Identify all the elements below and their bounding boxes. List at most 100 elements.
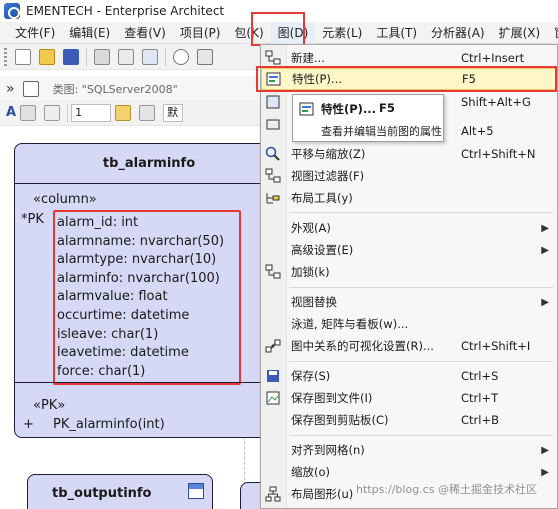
toolbar-separator <box>165 47 166 66</box>
toolbar-separator <box>86 47 87 66</box>
new-diagram-icon <box>265 50 281 66</box>
operation-divider <box>15 382 283 383</box>
column-row[interactable]: alarminfo: nvarchar(100) <box>57 270 239 289</box>
line-width-spinner[interactable]: 1 <box>71 103 112 122</box>
menu-item-align-grid[interactable]: 对齐到网格(n) ▶ <box>261 439 557 461</box>
menu-separator <box>289 361 553 362</box>
table-tb-outputinfo[interactable]: tb_outputinfo <box>27 474 213 509</box>
tooltip-title: 特性(P)... <box>321 102 377 116</box>
column-row[interactable]: alarmname: nvarchar(50) <box>57 233 239 252</box>
view-filter-icon <box>265 168 281 184</box>
menu-item-shortcut: Ctrl+Insert <box>461 51 525 65</box>
find-icon[interactable] <box>173 48 189 65</box>
font-color-icon[interactable]: A <box>6 105 16 120</box>
menu-item-label: 泳道, 矩阵与看板(w)... <box>291 317 409 331</box>
pk-stereotype: «PK» <box>33 398 66 413</box>
menu-separator <box>289 287 553 288</box>
menu-analyzer[interactable]: 分析器(A) <box>424 22 492 44</box>
menu-item-lock[interactable]: 加锁(k) <box>261 261 557 283</box>
copy-icon[interactable] <box>118 48 134 65</box>
menu-item-shortcut: Alt+5 <box>461 124 494 138</box>
menu-item-label: 图中关系的可视化设置(R)... <box>291 339 434 353</box>
layout-diagram-icon <box>265 486 281 502</box>
menu-item-label: 保存图到文件(I) <box>291 391 373 405</box>
print-icon[interactable] <box>197 48 213 65</box>
menu-view[interactable]: 查看(V) <box>117 22 173 44</box>
column-row[interactable]: occurtime: datetime <box>57 307 239 326</box>
menu-item-advanced[interactable]: 高级设置(E) ▶ <box>261 239 557 261</box>
column-stereotype: «column» <box>33 192 97 207</box>
menu-item-label: 新建... <box>291 51 325 65</box>
menu-edit[interactable]: 编辑(E) <box>62 22 117 44</box>
line-color-icon[interactable] <box>44 104 61 121</box>
menu-item-visual-settings[interactable]: 图中关系的可视化设置(R)... Ctrl+Shift+I <box>261 335 557 357</box>
toolbar-grip[interactable] <box>4 47 7 66</box>
menu-tools[interactable]: 工具(T) <box>369 22 424 44</box>
menu-element[interactable]: 元素(L) <box>315 22 369 44</box>
font-name-combo[interactable]: 默 <box>163 103 184 122</box>
menu-item-shortcut: Ctrl+Shift+I <box>461 339 531 353</box>
menu-item-view-filter[interactable]: 视图过滤器(F) <box>261 165 557 187</box>
column-row[interactable]: alarmtype: nvarchar(10) <box>57 251 239 270</box>
menu-item-label: 缩放(o) <box>291 465 331 479</box>
menu-item-label: 布局工具(y) <box>291 191 353 205</box>
tooltip-shortcut: F5 <box>379 101 395 115</box>
pk-marker: *PK <box>21 212 44 227</box>
menu-item-save-to-file[interactable]: 保存图到文件(I) Ctrl+T <box>261 387 557 409</box>
annotation-box <box>251 12 305 46</box>
table-icon <box>188 483 204 499</box>
menu-item-pan-zoom[interactable]: 平移与缩放(Z) Ctrl+Shift+N <box>261 143 557 165</box>
menu-item-zoom[interactable]: 缩放(o) ▶ <box>261 461 557 483</box>
menu-item-appearance[interactable]: 外观(A) ▶ <box>261 217 557 239</box>
paste-icon[interactable] <box>142 48 158 65</box>
column-row[interactable]: alarmvalue: float <box>57 288 239 307</box>
toolbar-separator <box>67 103 69 122</box>
menu-item-save-to-clipboard[interactable]: 保存图到剪贴板(C) Ctrl+B <box>261 409 557 431</box>
save-icon[interactable] <box>63 48 79 65</box>
fill-color-icon[interactable] <box>20 104 37 121</box>
new-file-icon[interactable] <box>15 48 31 65</box>
menu-item-label: 对齐到网格(n) <box>291 443 365 457</box>
window-title: EMENTECH - Enterprise Architect <box>26 4 225 18</box>
visual-settings-icon <box>265 338 281 354</box>
submenu-arrow-icon: ▶ <box>541 444 549 456</box>
menu-project[interactable]: 项目(P) <box>173 22 228 44</box>
chevron-double-right-icon[interactable]: » <box>6 81 15 97</box>
column-list: alarm_id: int alarmname: nvarchar(50) al… <box>53 210 241 386</box>
menu-item-label: 保存图到剪贴板(C) <box>291 413 389 427</box>
open-folder-icon[interactable] <box>39 48 55 65</box>
menu-file[interactable]: 文件(F) <box>8 22 62 44</box>
menu-item-save[interactable]: 保存(S) Ctrl+S <box>261 365 557 387</box>
menu-item-swimlanes[interactable]: 泳道, 矩阵与看板(w)... <box>261 313 557 335</box>
save-image-file-icon <box>265 390 281 406</box>
menu-extensions[interactable]: 扩展(X) <box>492 22 548 44</box>
format-painter-icon[interactable] <box>115 104 132 121</box>
menu-item-label: 视图过滤器(F) <box>291 169 365 183</box>
menu-separator <box>289 212 553 213</box>
menu-item-icon <box>265 94 281 110</box>
table-name: tb_outputinfo <box>52 486 152 501</box>
column-row[interactable]: leavetime: datetime <box>57 344 239 363</box>
menu-window[interactable]: 窗口( <box>547 22 558 44</box>
menu-item-view-replace[interactable]: 视图替换 ▶ <box>261 291 557 313</box>
menu-item-shortcut: Ctrl+Shift+N <box>461 147 536 161</box>
table-name: tb_alarminfo <box>15 144 283 184</box>
menu-item-label: 视图替换 <box>291 295 337 309</box>
submenu-arrow-icon: ▶ <box>541 222 549 234</box>
properties-tooltip: 特性(P)... F5 查看并编辑当前图的属性 <box>292 94 444 142</box>
layout-tools-icon <box>265 190 281 206</box>
operation-visibility: + <box>23 417 34 432</box>
tooltip-description: 查看并编辑当前图的属性 <box>321 125 442 138</box>
table-tb-alarminfo[interactable]: tb_alarminfo «column» *PK alarm_id: int … <box>14 143 284 438</box>
menu-item-layout-tools[interactable]: 布局工具(y) <box>261 187 557 209</box>
menu-item-label: 加锁(k) <box>291 265 330 279</box>
column-row[interactable]: alarm_id: int <box>57 214 239 233</box>
column-row[interactable]: isleave: char(1) <box>57 326 239 345</box>
save-icon <box>265 368 281 384</box>
eyedropper-icon[interactable] <box>139 104 156 121</box>
pk-operation[interactable]: PK_alarminfo(int) <box>53 417 165 432</box>
menu-item-label: 高级设置(E) <box>291 243 354 257</box>
cut-icon[interactable] <box>94 48 110 65</box>
column-row[interactable]: force: char(1) <box>57 363 239 382</box>
menu-item-label: 保存(S) <box>291 369 331 383</box>
